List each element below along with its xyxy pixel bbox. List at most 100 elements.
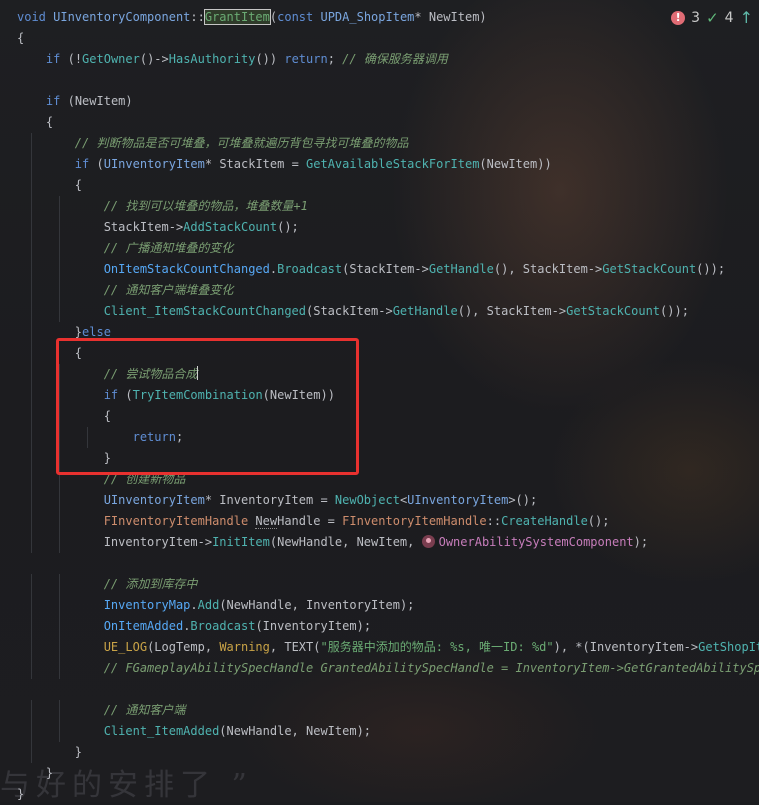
check-icon: ✓ (706, 8, 719, 27)
code-line[interactable]: // 找到可以堆叠的物品，堆叠数量+1 (0, 196, 759, 217)
indent-guide (59, 511, 60, 532)
code-token: GetHandle (428, 262, 494, 276)
code-token: Client_ItemStackCountChanged (103, 304, 306, 318)
code-line[interactable]: // 添加到库存中 (0, 574, 759, 595)
code-line[interactable]: // 通知客户端堆叠变化 (0, 280, 759, 301)
indent-guide (59, 301, 60, 322)
code-line[interactable]: UInventoryItem* InventoryItem = NewObjec… (0, 490, 759, 511)
code-token: // 通知客户端堆叠变化 (103, 283, 234, 297)
code-line[interactable]: // FGameplayAbilitySpecHandle GrantedAbi… (0, 658, 759, 679)
code-line[interactable]: Client_ItemAdded(NewHandle, NewItem); (0, 721, 759, 742)
code-token: (), StackItem-> (457, 304, 567, 318)
code-line[interactable]: Client_ItemStackCountChanged(StackItem->… (0, 301, 759, 322)
code-token: // 确保服务器调用 (342, 52, 448, 66)
indent-guide (31, 175, 32, 196)
code-token: { (17, 178, 83, 192)
code-token: if (45, 94, 68, 108)
indent-guide (31, 637, 32, 658)
code-line[interactable] (0, 553, 759, 574)
code-token: (); (587, 514, 610, 528)
code-token: * InventoryItem = (204, 493, 335, 507)
code-token: GetHandle (392, 304, 458, 318)
code-token: GetOwner (82, 52, 140, 66)
code-token: ()); (660, 304, 689, 318)
code-token: HasAuthority (168, 52, 256, 66)
code-line[interactable] (0, 70, 759, 91)
code-token: Warning (219, 640, 270, 654)
indent-guide (31, 511, 32, 532)
indent-guide (59, 574, 60, 595)
code-line[interactable]: OnItemAdded.Broadcast(InventoryItem); (0, 616, 759, 637)
code-token: else (82, 325, 111, 339)
ok-count: 4 (724, 9, 734, 26)
code-token: (NewItem) (67, 94, 133, 108)
indent-guide (59, 616, 60, 637)
indent-guide (59, 217, 60, 238)
code-token: Client_ItemAdded (103, 724, 220, 738)
code-token: "服务器中添加的物品: %s, 唯一ID: %d" (320, 640, 554, 654)
indent-guide (31, 196, 32, 217)
code-line[interactable]: if (NewItem) (0, 91, 759, 112)
code-line[interactable]: FInventoryItemHandle NewHandle = FInvent… (0, 511, 759, 532)
code-token: (NewHandle, NewItem, (269, 535, 422, 549)
indent-guide (59, 490, 60, 511)
code-line[interactable]: // 广播通知堆叠的变化 (0, 238, 759, 259)
code-token: :: (190, 10, 205, 24)
code-line[interactable]: // 判断物品是否可堆叠，可堆叠就遍历背包寻找可堆叠的物品 (0, 133, 759, 154)
code-token: // 通知客户端 (103, 703, 186, 717)
code-line[interactable]: // 通知客户端 (0, 700, 759, 721)
indent-guide (31, 490, 32, 511)
indent-guide (31, 427, 32, 448)
code-line[interactable]: if (UInventoryItem* StackItem = GetAvail… (0, 154, 759, 175)
code-token: Add (197, 598, 220, 612)
code-token: UInventoryItem (103, 493, 205, 507)
inspection-status[interactable]: ! 3 ✓ 4 ↑ (671, 8, 753, 27)
indent-guide (31, 448, 32, 469)
code-token: ()); (696, 262, 726, 276)
code-line[interactable]: { (0, 175, 759, 196)
code-token: // 添加到库存中 (103, 577, 198, 591)
code-token: Broadcast (190, 619, 256, 633)
member-variable-icon (421, 535, 435, 548)
code-token: ( (96, 157, 104, 171)
indent-guide (31, 469, 32, 490)
code-token: ; (327, 52, 343, 66)
code-token: CreateHandle (501, 514, 588, 528)
indent-guide (31, 343, 32, 364)
code-token: Broadcast (277, 262, 343, 276)
code-line[interactable]: InventoryMap.Add(NewHandle, InventoryIte… (0, 595, 759, 616)
code-line[interactable]: { (0, 112, 759, 133)
code-token: (InventoryItem); (255, 619, 372, 633)
indent-guide (59, 595, 60, 616)
code-token: UInventoryItem (407, 493, 509, 507)
code-line[interactable]: OnItemStackCountChanged.Broadcast(StackI… (0, 259, 759, 280)
code-line[interactable] (0, 679, 759, 700)
indent-guide (31, 406, 32, 427)
code-line[interactable]: InventoryItem->InitItem(NewHandle, NewIt… (0, 532, 759, 553)
code-line[interactable]: StackItem->AddStackCount(); (0, 217, 759, 238)
code-line[interactable]: void UInventoryComponent::GrantItem(cons… (0, 7, 759, 28)
code-token: { (17, 115, 54, 129)
indent-guide (31, 301, 32, 322)
code-line[interactable]: UE_LOG(LogTemp, Warning, TEXT("服务器中添加的物品… (0, 637, 759, 658)
code-token: (StackItem-> (306, 304, 393, 318)
code-token: InventoryItem-> (17, 535, 213, 549)
code-line[interactable]: { (0, 28, 759, 49)
arrow-up-icon[interactable]: ↑ (740, 8, 753, 27)
code-token: AddStackCount (183, 220, 278, 234)
indent-guide (59, 637, 60, 658)
code-line[interactable]: if (!GetOwner()->HasAuthority()) return;… (0, 49, 759, 70)
code-token: (StackItem-> (342, 262, 429, 276)
code-token: GetStackCount (602, 262, 697, 276)
